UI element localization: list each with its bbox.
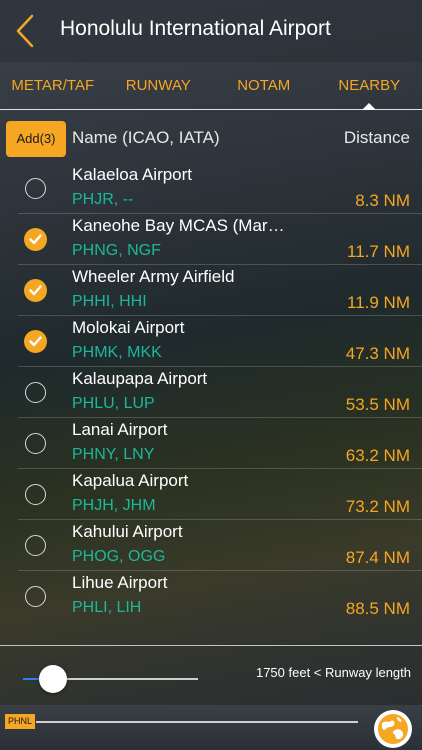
route-line <box>36 721 358 723</box>
airport-row[interactable]: Kahului Airport PHOG, OGG 87.4 NM <box>0 520 422 571</box>
map-strip: PHNL <box>0 705 422 750</box>
airport-row[interactable]: Wheeler Army Airfield PHHI, HHI 11.9 NM <box>0 265 422 316</box>
distance-column-header: Distance <box>343 128 410 147</box>
airport-name: Kapalua Airport <box>72 471 189 490</box>
airport-distance: 47.3 NM <box>345 344 410 363</box>
airport-distance: 63.2 NM <box>345 446 410 465</box>
name-column-header: Name (ICAO, IATA) <box>72 128 220 147</box>
tab-nearby[interactable]: NEARBY <box>317 62 422 110</box>
airport-tag[interactable]: PHNL <box>5 714 36 729</box>
navigation-bar: Honolulu International Airport <box>0 0 422 62</box>
checkmark-icon[interactable] <box>24 279 47 302</box>
page-title: Honolulu International Airport <box>60 17 331 40</box>
airport-row[interactable]: Kalaeloa Airport PHJR, -- 8.3 NM <box>0 163 422 214</box>
list-header: Add(3) Name (ICAO, IATA) Distance <box>0 111 422 163</box>
checkmark-icon[interactable] <box>24 228 47 251</box>
airport-row[interactable]: Lihue Airport PHLI, LIH 88.5 NM <box>0 571 422 622</box>
unchecked-circle-icon[interactable] <box>25 484 46 505</box>
tab-bar: METAR/TAF RUNWAY NOTAM NEARBY <box>0 62 422 110</box>
add-button[interactable]: Add(3) <box>6 121 66 157</box>
airport-distance: 11.9 NM <box>347 293 410 312</box>
globe-button[interactable] <box>373 709 413 749</box>
airport-distance: 73.2 NM <box>345 497 410 516</box>
globe-icon <box>374 710 412 748</box>
tab-nearby-label: NEARBY <box>338 77 401 94</box>
airport-name: Lihue Airport <box>72 573 168 592</box>
airport-distance: 53.5 NM <box>345 395 410 414</box>
airport-codes: PHOG, OGG <box>72 548 166 565</box>
airport-codes: PHNY, LNY <box>72 446 155 463</box>
airport-name: Kaneohe Bay MCAS (Mar… <box>72 216 285 235</box>
airport-codes: PHLU, LUP <box>72 395 155 412</box>
airport-name: Molokai Airport <box>72 318 185 337</box>
unchecked-circle-icon[interactable] <box>25 535 46 556</box>
airport-codes: PHNG, NGF <box>72 242 161 259</box>
airport-row[interactable]: Molokai Airport PHMK, MKK 47.3 NM <box>0 316 422 367</box>
back-button[interactable] <box>10 12 44 50</box>
airport-distance: 11.7 NM <box>347 242 410 261</box>
airport-name: Kalaeloa Airport <box>72 165 193 184</box>
checkmark-icon[interactable] <box>24 330 47 353</box>
slider-thumb[interactable] <box>38 665 67 693</box>
airport-distance: 88.5 NM <box>345 599 410 618</box>
airport-name: Wheeler Army Airfield <box>72 267 235 286</box>
airport-list: Kalaeloa Airport PHJR, -- 8.3 NM Kaneohe Ba… <box>0 163 422 622</box>
unchecked-circle-icon[interactable] <box>25 178 46 199</box>
tab-metar-taf[interactable]: METAR/TAF <box>0 62 106 109</box>
airport-row[interactable]: Lanai Airport PHNY, LNY 63.2 NM <box>0 418 422 469</box>
unchecked-circle-icon[interactable] <box>25 586 46 607</box>
airport-row[interactable]: Kapalua Airport PHJH, JHM 73.2 NM <box>0 469 422 520</box>
chevron-left-icon <box>16 14 34 48</box>
airport-codes: PHJR, -- <box>72 191 134 208</box>
airport-distance: 87.4 NM <box>345 548 410 567</box>
airport-row[interactable]: Kaneohe Bay MCAS (Mar… PHNG, NGF 11.7 NM <box>0 214 422 265</box>
runway-filter-bar: 1750 feet < Runway length <box>0 645 422 705</box>
tab-runway[interactable]: RUNWAY <box>106 62 212 109</box>
airport-codes: PHHI, HHI <box>72 293 147 310</box>
tab-notam[interactable]: NOTAM <box>211 62 317 109</box>
unchecked-circle-icon[interactable] <box>25 382 46 403</box>
active-tab-indicator <box>362 103 377 110</box>
airport-distance: 8.3 NM <box>355 191 410 210</box>
airport-codes: PHJH, JHM <box>72 497 156 514</box>
airport-name: Lanai Airport <box>72 420 168 439</box>
airport-name: Kahului Airport <box>72 522 183 541</box>
unchecked-circle-icon[interactable] <box>25 433 46 454</box>
runway-filter-label: 1750 feet < Runway length <box>255 665 411 680</box>
airport-codes: PHMK, MKK <box>72 344 162 361</box>
airport-codes: PHLI, LIH <box>72 599 142 616</box>
airport-row[interactable]: Kalaupapa Airport PHLU, LUP 53.5 NM <box>0 367 422 418</box>
airport-name: Kalaupapa Airport <box>72 369 208 388</box>
